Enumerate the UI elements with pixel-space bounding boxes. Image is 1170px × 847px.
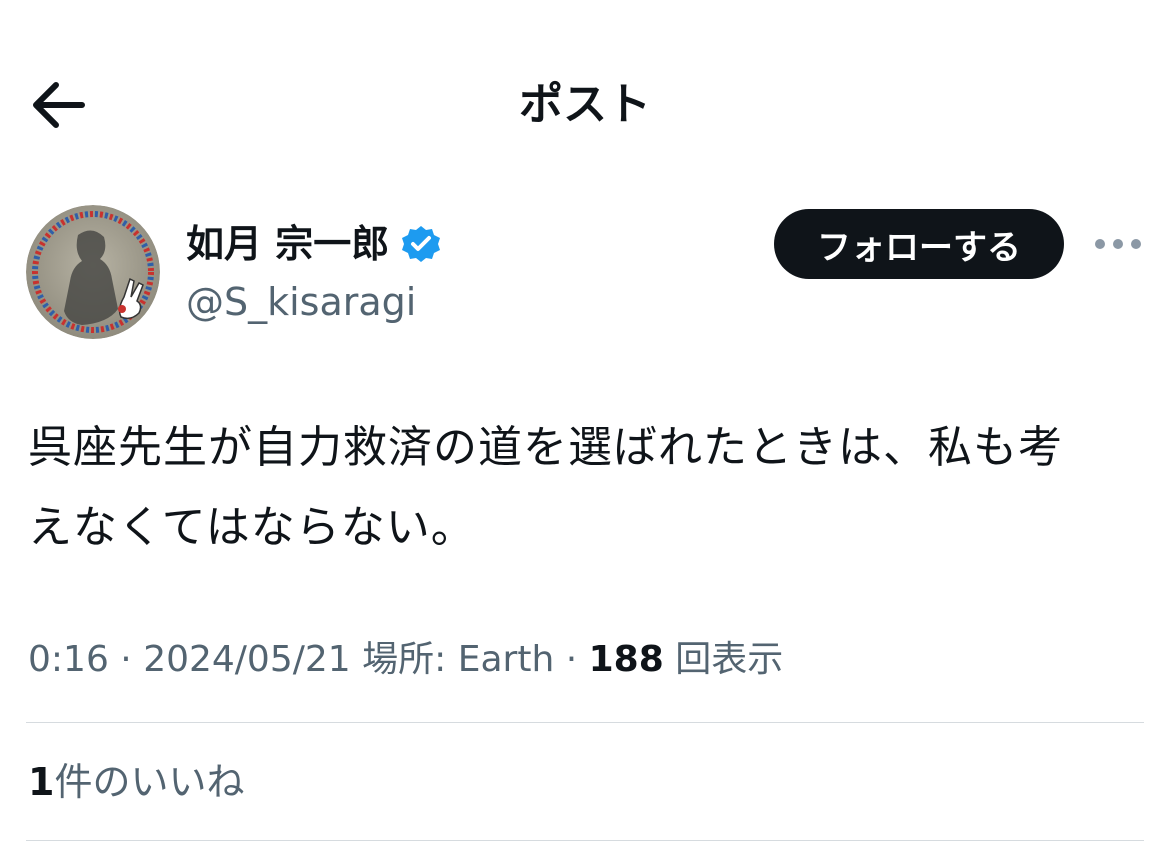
post-text-line: 呉座先生が自力救済の道を選ばれたときは、私も考: [28, 422, 1063, 473]
display-name-link[interactable]: 如月 宗一郎: [186, 216, 441, 272]
location-value: Earth: [457, 639, 555, 680]
post-date[interactable]: 2024/05/21: [143, 639, 351, 680]
likes-count: 1: [28, 760, 55, 804]
more-options-button[interactable]: [1090, 227, 1146, 261]
divider: [26, 722, 1144, 723]
display-name: 如月 宗一郎: [186, 222, 390, 266]
verified-badge-icon: [402, 226, 441, 262]
location-label: 場所:: [350, 639, 458, 680]
meta-separator: ·: [108, 639, 144, 680]
likes-link[interactable]: 1件のいいね: [28, 752, 244, 812]
top-bar: ポスト: [0, 55, 1170, 151]
user-handle[interactable]: @S_kisaragi: [186, 274, 416, 330]
views-label: 回表示: [663, 639, 784, 680]
more-horizontal-icon: [1095, 239, 1141, 249]
views-count: 188: [588, 639, 664, 680]
post-meta: 0:16 · 2024/05/21 場所: Earth · 188 回表示: [28, 630, 783, 690]
post-time[interactable]: 0:16: [28, 639, 109, 680]
follow-button[interactable]: フォローする: [774, 209, 1064, 279]
author-row: 如月 宗一郎 @S_kisaragi フォローする: [0, 200, 1170, 350]
page-title: ポスト: [519, 79, 651, 130]
post-text-line: えなくてはならない。: [28, 502, 476, 553]
avatar-image: [26, 205, 160, 339]
likes-label: 件のいいね: [54, 760, 245, 804]
avatar[interactable]: [26, 205, 160, 339]
meta-separator: ·: [554, 639, 589, 680]
post-text: 呉座先生が自力救済の道を選ばれたときは、私も考 えなくてはならない。: [28, 408, 1148, 568]
divider: [26, 840, 1144, 841]
